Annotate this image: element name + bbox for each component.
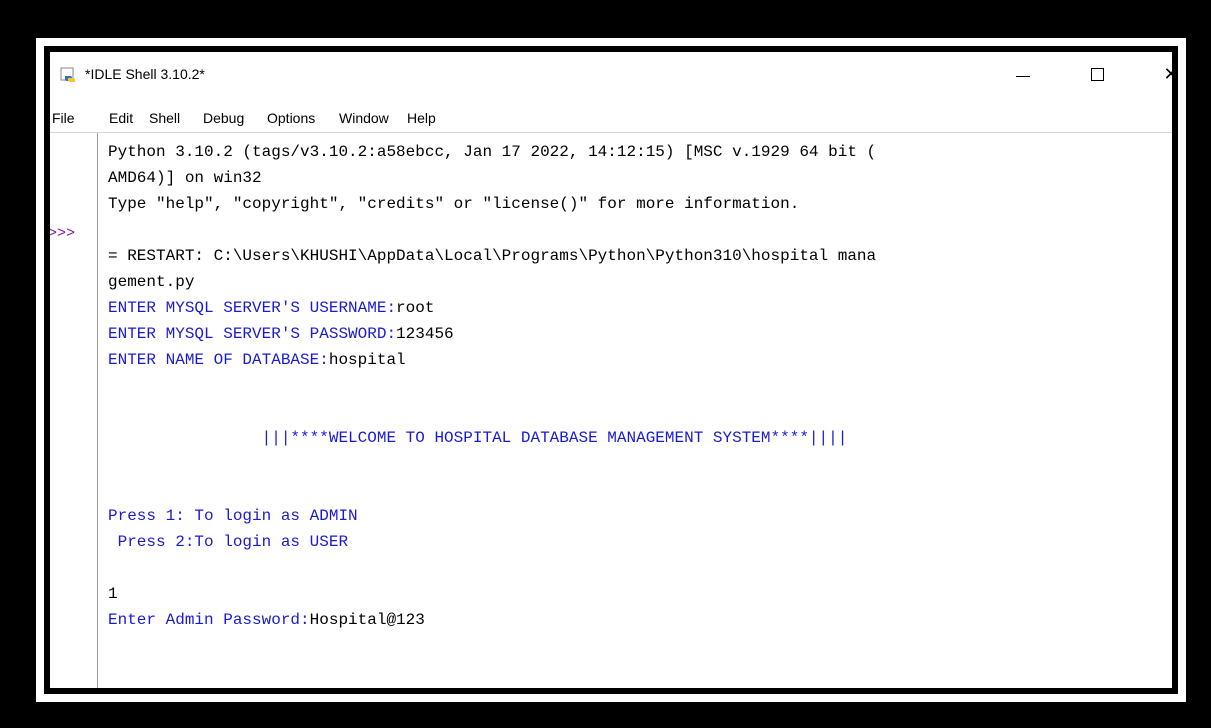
shell-area[interactable]: >>> Python 3.10.2 (tags/v3.10.2:a58ebcc,… [50, 132, 1172, 688]
shell-line-text: Python 3.10.2 (tags/v3.10.2:a58ebcc, Jan… [108, 143, 877, 161]
shell-line: Press 1: To login as ADMIN [108, 503, 1172, 529]
shell-line-text: ENTER NAME OF DATABASE: [108, 351, 329, 369]
title-bar[interactable]: *IDLE Shell 3.10.2* ✕ [50, 52, 1172, 97]
shell-line: Python 3.10.2 (tags/v3.10.2:a58ebcc, Jan… [108, 139, 1172, 165]
maximize-button[interactable] [1074, 58, 1120, 90]
shell-line: Enter Admin Password:Hospital@123 [108, 607, 1172, 633]
shell-line: ENTER MYSQL SERVER'S PASSWORD:123456 [108, 321, 1172, 347]
shell-line-text: Press 2:To login as USER [108, 533, 349, 551]
shell-line: 1 [108, 581, 1172, 607]
shell-line-text: |||****WELCOME TO HOSPITAL DATABASE MANA… [108, 429, 848, 447]
window-title: *IDLE Shell 3.10.2* [85, 66, 205, 82]
python-idle-icon [60, 67, 75, 82]
minimize-icon [1016, 75, 1030, 77]
menu-help[interactable]: Help [407, 110, 436, 126]
shell-line: ENTER MYSQL SERVER'S USERNAME:root [108, 295, 1172, 321]
shell-line-text: 1 [108, 585, 118, 603]
shell-line: |||****WELCOME TO HOSPITAL DATABASE MANA… [108, 425, 1172, 451]
shell-line: gement.py [108, 269, 1172, 295]
shell-line-text: AMD64)] on win32 [108, 169, 262, 187]
shell-prompt: >>> [50, 225, 76, 242]
menu-options[interactable]: Options [267, 110, 315, 126]
shell-line: AMD64)] on win32 [108, 165, 1172, 191]
shell-line: Press 2:To login as USER [108, 529, 1172, 555]
menu-debug[interactable]: Debug [203, 110, 244, 126]
menu-file[interactable]: File [52, 110, 75, 126]
close-button[interactable]: ✕ [1148, 58, 1172, 90]
shell-line-text: Enter Admin Password: [108, 611, 310, 629]
shell-line-text: Type "help", "copyright", "credits" or "… [108, 195, 800, 213]
menu-window[interactable]: Window [339, 110, 389, 126]
shell-line: ENTER NAME OF DATABASE:hospital [108, 347, 1172, 373]
menu-bar: File Edit Shell Debug Options Window Hel… [50, 108, 1172, 130]
shell-output[interactable]: Python 3.10.2 (tags/v3.10.2:a58ebcc, Jan… [108, 139, 1172, 633]
shell-line-text: = RESTART: C:\Users\KHUSHI\AppData\Local… [108, 247, 877, 265]
maximize-icon [1090, 67, 1104, 81]
minimize-button[interactable] [1000, 58, 1046, 90]
shell-line-text: gement.py [108, 273, 195, 291]
user-input: hospital [328, 351, 406, 369]
user-input: 123456 [396, 325, 454, 343]
shell-line-text: ENTER MYSQL SERVER'S PASSWORD: [108, 325, 397, 343]
menu-shell[interactable]: Shell [149, 110, 180, 126]
shell-line: = RESTART: C:\Users\KHUSHI\AppData\Local… [108, 243, 1172, 269]
idle-shell-window: *IDLE Shell 3.10.2* ✕ File Edit Shell De… [50, 52, 1172, 688]
user-input: Hospital@123 [309, 611, 425, 629]
shell-line-text: Press 1: To login as ADMIN [108, 507, 358, 525]
close-icon: ✕ [1163, 63, 1172, 85]
prompt-gutter: >>> [50, 133, 98, 688]
menu-edit[interactable]: Edit [109, 110, 133, 126]
shell-line: Type "help", "copyright", "credits" or "… [108, 191, 1172, 217]
user-input: root [396, 299, 435, 317]
shell-line-text: ENTER MYSQL SERVER'S USERNAME: [108, 299, 397, 317]
